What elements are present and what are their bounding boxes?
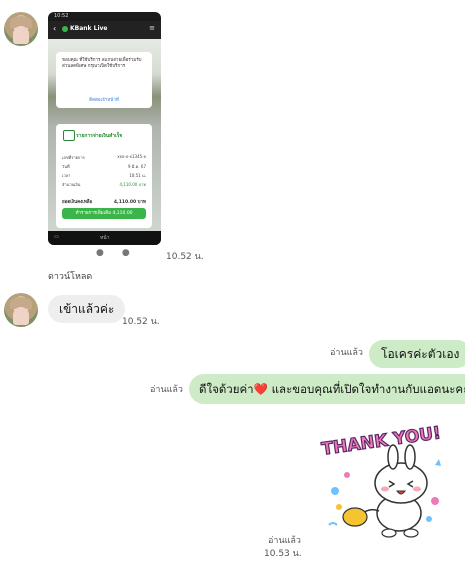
phone-popup: ขอบคุณ ที่ใช้บริการ สแกนจ่ายเพื่อร่วมรับ… [56, 52, 152, 108]
receipt-total: ยอดเงินคงเหลือ 4,110.00 บาท [62, 198, 146, 205]
avatar-face [13, 26, 29, 44]
row-value: 10:51 น. [129, 173, 146, 178]
message-text: ดีใจด้วยค่า [199, 382, 254, 396]
total-value: 4,110.00 บาท [113, 200, 146, 205]
sticker-text: THANK YOU! [320, 425, 442, 460]
row-label: เวลา [62, 173, 71, 178]
row-value: 9 มี.ค. 67 [127, 164, 146, 169]
outgoing-message-bubble[interactable]: ดีใจด้วยค่า❤️ และขอบคุณที่เปิดใจทำงานกับ… [189, 374, 465, 404]
receipt-row: เวลา 10:51 น. [62, 172, 146, 179]
row-label: วันที่ [62, 164, 70, 169]
row-value: xxx-x-x1345-x [117, 154, 146, 159]
receipt-card: รายการจ่ายเงินสำเร็จ เลขที่รายการ xxx-x-… [56, 124, 152, 228]
total-label: ยอดเงินคงเหลือ [62, 200, 93, 205]
avatar-face [13, 307, 29, 325]
row-label: เลขที่รายการ [62, 155, 85, 160]
thank-you-sticker[interactable]: THANK YOU! [317, 423, 447, 550]
phone-status-time: 10:52 [54, 13, 69, 19]
image-actions: ●● [96, 248, 148, 258]
heart-icon: ❤️ [253, 382, 268, 396]
popup-text: ขอบคุณ ที่ใช้บริการ สแกนจ่ายเพื่อร่วมรับ… [62, 58, 142, 69]
menu-icon: ≡ [149, 24, 155, 32]
nav-label: หน้า [100, 235, 110, 241]
phone-status-bar: 10:52 [48, 12, 161, 21]
dot-icon: ● [96, 248, 122, 258]
receipt-check-icon [63, 130, 75, 141]
contact-avatar[interactable] [4, 12, 38, 46]
receipt-button: ทำรายการเพิ่มเติม 4,110.00 [62, 208, 146, 219]
message-text: และขอบคุณที่เปิดใจทำงานกับแอดนะคะ [267, 382, 465, 396]
message-time: 10.52 น. [122, 317, 160, 327]
download-link[interactable]: ดาวน์โหลด [48, 269, 92, 283]
contact-avatar[interactable] [4, 293, 38, 327]
phone-nav-bar: ▭ หน้า [48, 231, 161, 245]
message-time: 10.53 น. [264, 549, 302, 559]
back-arrow-icon: ‹ [53, 24, 57, 33]
row-label: จำนวนเงิน [62, 182, 81, 187]
message-text: โอเครค่ะตัวเอง [381, 347, 460, 361]
outgoing-message-bubble[interactable]: โอเครค่ะตัวเอง [369, 340, 465, 368]
nav-icon: ▭ [54, 234, 59, 240]
receipt-row: วันที่ 9 มี.ค. 67 [62, 163, 146, 170]
read-receipt: อ่านแล้ว [268, 536, 301, 546]
receipt-row: จำนวนเงิน 4,110.00 บาท [62, 181, 146, 188]
receipt-row: เลขที่รายการ xxx-x-x1345-x [62, 154, 146, 161]
phone-app-header: ‹ KBank Live ≡ [48, 21, 161, 39]
row-value: 4,110.00 บาท [119, 182, 146, 187]
read-receipt: อ่านแล้ว [150, 385, 183, 395]
phone-app-title: KBank Live [70, 25, 108, 32]
incoming-message-bubble[interactable]: เข้าแล้วค่ะ [48, 295, 126, 323]
message-time: 10.52 น. [166, 252, 204, 262]
dot-icon: ● [121, 248, 148, 258]
receipt-title: รายการจ่ายเงินสำเร็จ [76, 133, 123, 139]
message-text: เข้าแล้วค่ะ [59, 302, 115, 316]
sticker-art: THANK YOU! [320, 423, 443, 538]
popup-button: ติดต่อเจ้าหน้าที่ [89, 98, 119, 103]
app-logo-icon [62, 26, 68, 32]
image-message[interactable]: 10:52 ‹ KBank Live ≡ ขอบคุณ ที่ใช้บริการ… [48, 12, 161, 245]
read-receipt: อ่านแล้ว [330, 348, 363, 358]
